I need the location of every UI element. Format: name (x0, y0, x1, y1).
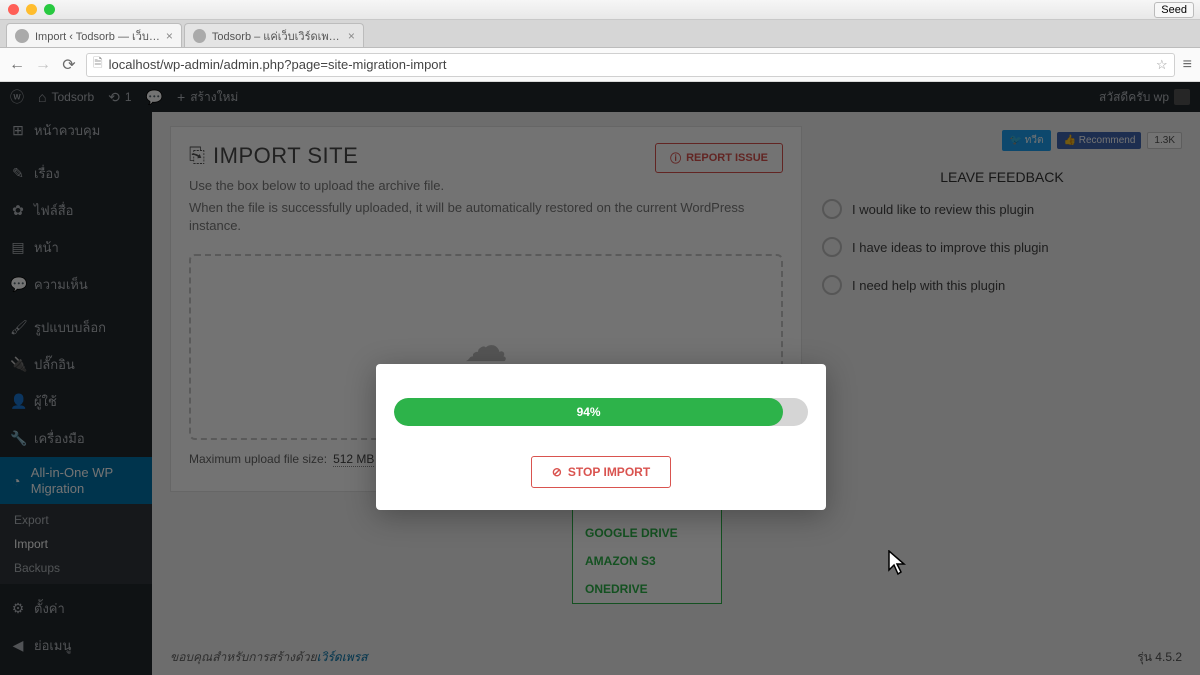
tab-close-icon[interactable]: × (166, 29, 173, 43)
address-bar[interactable]: 🗎 localhost/wp-admin/admin.php?page=site… (86, 53, 1175, 77)
maximize-window-icon[interactable] (44, 4, 55, 15)
window-titlebar: Seed (0, 0, 1200, 20)
browser-tabstrip: Import ‹ Todsorb — เว็บ… × Todsorb – แค่… (0, 20, 1200, 48)
mouse-cursor-icon (888, 550, 908, 582)
seed-button[interactable]: Seed (1154, 2, 1194, 18)
app-viewport: ⓦ ⌂Todsorb ⟲1 💬 +สร้างใหม่ สวัสดีครับ wp… (0, 82, 1200, 675)
browser-toolbar: ← → ⟳ 🗎 localhost/wp-admin/admin.php?pag… (0, 48, 1200, 82)
import-progress-modal: 94% ⊘ STOP IMPORT (376, 364, 826, 510)
favicon-icon (193, 29, 206, 43)
menu-icon[interactable]: ≡ (1183, 56, 1192, 74)
back-icon[interactable]: ← (8, 56, 26, 74)
reload-icon[interactable]: ⟳ (60, 55, 78, 75)
tab-title: Import ‹ Todsorb — เว็บ… (35, 27, 160, 45)
stop-icon: ⊘ (552, 465, 562, 479)
page-icon: 🗎 (93, 54, 103, 75)
favicon-icon (15, 29, 29, 43)
tab-close-icon[interactable]: × (348, 29, 355, 43)
progress-bar: 94% (394, 398, 808, 426)
stop-import-button[interactable]: ⊘ STOP IMPORT (531, 456, 671, 488)
url-text: localhost/wp-admin/admin.php?page=site-m… (109, 57, 447, 72)
bookmark-icon[interactable]: ☆ (1156, 57, 1168, 73)
close-window-icon[interactable] (8, 4, 19, 15)
progress-fill: 94% (394, 398, 783, 426)
browser-tab-active[interactable]: Import ‹ Todsorb — เว็บ… × (6, 23, 182, 47)
browser-tab[interactable]: Todsorb – แค่เว็บเวิร์ดเพรส… × (184, 23, 364, 47)
minimize-window-icon[interactable] (26, 4, 37, 15)
tab-title: Todsorb – แค่เว็บเวิร์ดเพรส… (212, 27, 342, 45)
forward-icon[interactable]: → (34, 56, 52, 74)
